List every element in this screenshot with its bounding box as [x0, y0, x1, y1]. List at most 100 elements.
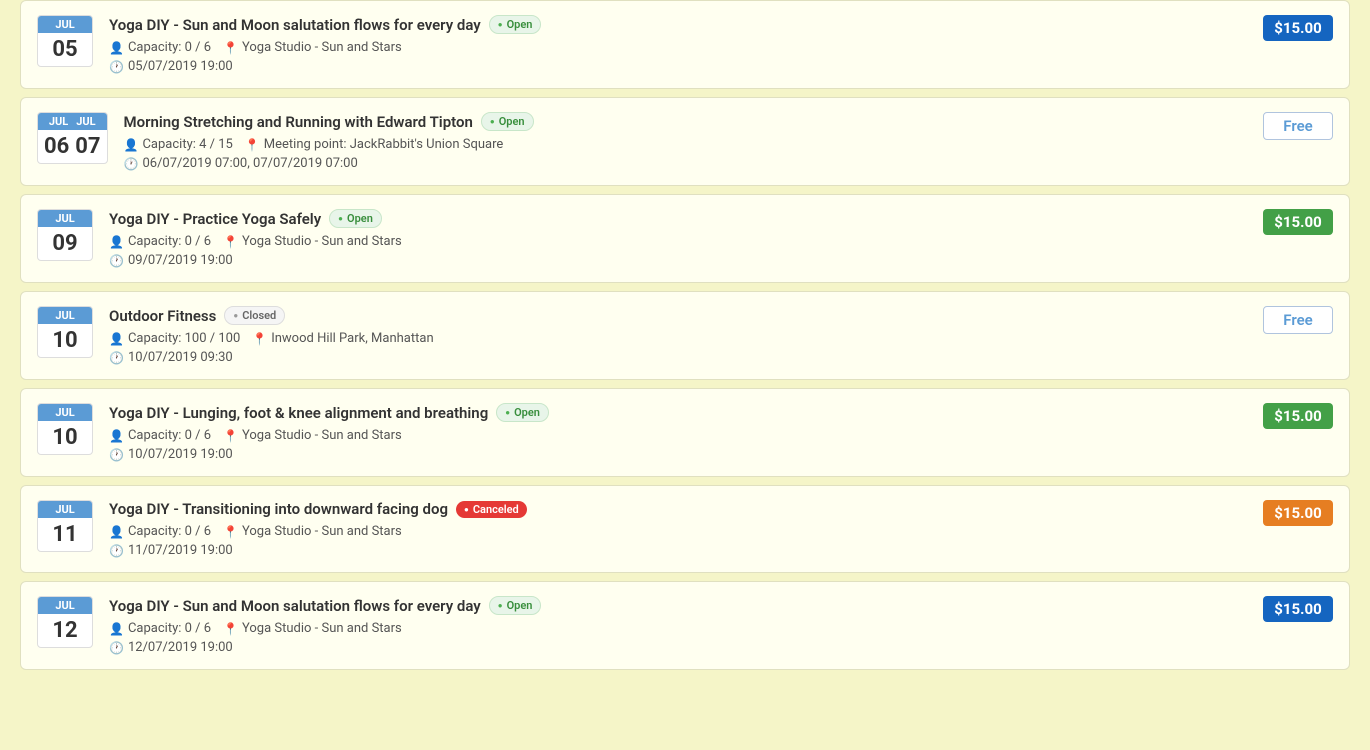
event-time-row: 🕐 10/07/2019 19:00	[109, 447, 1247, 462]
location-icon: 📍	[223, 622, 238, 636]
event-month: JUL	[38, 210, 92, 227]
clock-icon: 🕐	[109, 60, 124, 74]
event-time-row: 🕐 09/07/2019 19:00	[109, 253, 1247, 268]
event-meta: 👤Capacity: 0 / 6📍Yoga Studio - Sun and S…	[109, 428, 1247, 443]
event-title: Outdoor Fitness	[109, 307, 216, 325]
location-text: Yoga Studio - Sun and Stars	[242, 234, 402, 249]
event-title: Yoga DIY - Transitioning into downward f…	[109, 500, 448, 518]
event-card[interactable]: JULJUL0607 Morning Stretching and Running…	[20, 97, 1350, 186]
event-card[interactable]: JUL11Yoga DIY - Transitioning into downw…	[20, 485, 1350, 573]
location-text: Yoga Studio - Sun and Stars	[242, 621, 402, 636]
event-datetime: 09/07/2019 19:00	[128, 253, 233, 268]
event-month: JUL	[38, 16, 92, 33]
event-content: Yoga DIY - Practice Yoga Safely Open 👤Capa…	[109, 209, 1247, 268]
event-month: JUL	[38, 307, 92, 324]
capacity-text: Capacity: 4 / 15	[142, 137, 232, 152]
person-icon: 👤	[109, 525, 124, 539]
clock-icon: 🕐	[109, 544, 124, 558]
location-icon: 📍	[223, 429, 238, 443]
price-tag: Free	[1263, 306, 1333, 334]
capacity-item: 👤Capacity: 0 / 6	[109, 621, 211, 636]
capacity-item: 👤 Capacity: 0 / 6	[109, 524, 211, 539]
event-title-row: Morning Stretching and Running with Edwa…	[124, 112, 1248, 131]
price-tag: $15.00	[1263, 403, 1333, 429]
event-content: Yoga DIY - Sun and Moon salutation flows…	[109, 15, 1247, 74]
price-tag: $15.00	[1263, 209, 1333, 235]
date-badge: JULJUL0607	[37, 112, 108, 164]
clock-icon: 🕐	[109, 448, 124, 462]
event-title: Yoga DIY - Sun and Moon salutation flows…	[109, 16, 481, 34]
event-month: JULJUL	[38, 113, 107, 130]
person-icon: 👤	[109, 332, 124, 346]
event-meta: 👤Capacity: 100 / 100📍Inwood Hill Park, M…	[109, 331, 1247, 346]
event-card[interactable]: JUL12 Yoga DIY - Sun and Moon salutation …	[20, 581, 1350, 670]
date-badge: JUL12	[37, 596, 93, 648]
event-content: Morning Stretching and Running with Edwa…	[124, 112, 1248, 171]
location-icon: 📍	[223, 235, 238, 249]
clock-icon: 🕐	[124, 157, 139, 171]
capacity-text: Capacity: 0 / 6	[128, 40, 211, 55]
location-item: 📍 Yoga Studio - Sun and Stars	[223, 234, 402, 249]
capacity-text: Capacity: 0 / 6	[128, 428, 211, 443]
events-list: JUL05 Yoga DIY - Sun and Moon salutation …	[0, 0, 1370, 670]
capacity-item: 👤 Capacity: 0 / 6	[109, 40, 211, 55]
location-item: 📍 Yoga Studio - Sun and Stars	[223, 621, 402, 636]
event-title-row: Yoga DIY - Transitioning into downward f…	[109, 500, 1247, 518]
status-badge: Open	[489, 596, 542, 615]
location-icon: 📍	[245, 138, 260, 152]
event-title-row: Yoga DIY - Practice Yoga Safely Open	[109, 209, 1247, 228]
event-month: JUL	[38, 501, 92, 518]
event-day: 10	[38, 421, 92, 454]
event-content: Yoga DIY - Sun and Moon salutation flows…	[109, 596, 1247, 655]
event-title-row: Yoga DIY - Sun and Moon salutation flows…	[109, 596, 1247, 615]
date-badge: JUL10	[37, 306, 93, 358]
event-datetime: 10/07/2019 19:00	[128, 447, 233, 462]
event-time-row: 🕐05/07/2019 19:00	[109, 59, 1247, 74]
event-card[interactable]: JUL09 Yoga DIY - Practice Yoga Safely Open…	[20, 194, 1350, 283]
price-tag: $15.00	[1263, 500, 1333, 526]
status-badge: Open	[329, 209, 382, 228]
event-card[interactable]: JUL10 Yoga DIY - Lunging, foot & knee ali…	[20, 388, 1350, 477]
event-card[interactable]: JUL05 Yoga DIY - Sun and Moon salutation …	[20, 0, 1350, 89]
capacity-text: Capacity: 0 / 6	[128, 524, 211, 539]
date-badge: JUL09	[37, 209, 93, 261]
event-month: JUL	[38, 597, 92, 614]
event-time-row: 🕐10/07/2019 09:30	[109, 350, 1247, 365]
event-datetime: 10/07/2019 09:30	[128, 350, 233, 365]
event-time-row: 🕐12/07/2019 19:00	[109, 640, 1247, 655]
capacity-item: 👤Capacity: 0 / 6	[109, 234, 211, 249]
location-icon: 📍	[223, 41, 238, 55]
person-icon: 👤	[124, 138, 139, 152]
person-icon: 👤	[109, 235, 124, 249]
event-day: 0607	[38, 130, 107, 163]
date-badge: JUL05	[37, 15, 93, 67]
event-title-row: Yoga DIY - Lunging, foot & knee alignmen…	[109, 403, 1247, 422]
price-tag: $15.00	[1263, 596, 1333, 622]
event-title-row: Outdoor FitnessClosed	[109, 306, 1247, 325]
event-day: 12	[38, 614, 92, 647]
event-datetime: 12/07/2019 19:00	[128, 640, 233, 655]
location-item: 📍Yoga Studio - Sun and Stars	[223, 40, 402, 55]
person-icon: 👤	[109, 429, 124, 443]
event-time-row: 🕐11/07/2019 19:00	[109, 543, 1247, 558]
event-title: Yoga DIY - Sun and Moon salutation flows…	[109, 597, 481, 615]
status-badge: Open	[489, 15, 542, 34]
event-day: 09	[38, 227, 92, 260]
event-meta: 👤 Capacity: 0 / 6 📍 Yoga Studio - Sun and S…	[109, 524, 1247, 539]
person-icon: 👤	[109, 41, 124, 55]
event-card[interactable]: JUL10 Outdoor FitnessClosed 👤Capacity: 100…	[20, 291, 1350, 380]
event-title: Yoga DIY - Practice Yoga Safely	[109, 210, 321, 228]
status-badge: Open	[496, 403, 549, 422]
event-meta: 👤Capacity: 0 / 6 📍 Yoga Studio - Sun and S…	[109, 234, 1247, 249]
capacity-item: 👤 Capacity: 0 / 6	[109, 428, 211, 443]
event-datetime: 06/07/2019 07:00, 07/07/2019 07:00	[142, 156, 357, 171]
clock-icon: 🕐	[109, 254, 124, 268]
location-text: Yoga Studio - Sun and Stars	[242, 524, 402, 539]
location-text: Inwood Hill Park, Manhattan	[271, 331, 433, 346]
location-item: 📍Inwood Hill Park, Manhattan	[252, 331, 433, 346]
event-day: 10	[38, 324, 92, 357]
event-title-row: Yoga DIY - Sun and Moon salutation flows…	[109, 15, 1247, 34]
location-icon: 📍	[223, 525, 238, 539]
event-content: Yoga DIY - Transitioning into downward f…	[109, 500, 1247, 558]
date-badge: JUL10	[37, 403, 93, 455]
